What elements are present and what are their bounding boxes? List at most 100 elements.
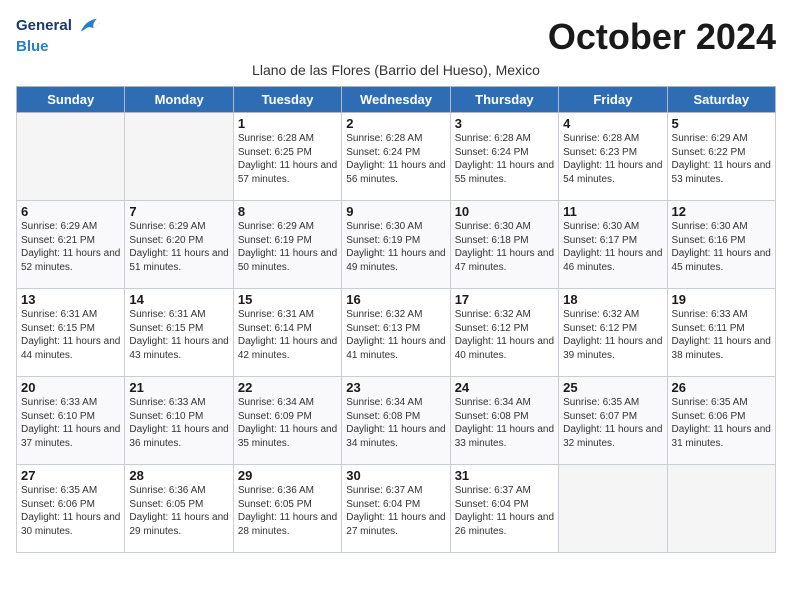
day-info: Sunrise: 6:30 AMSunset: 6:16 PMDaylight:… <box>672 220 771 274</box>
day-info: Sunrise: 6:36 AMSunset: 6:05 PMDaylight:… <box>238 484 337 538</box>
day-info: Sunrise: 6:32 AMSunset: 6:12 PMDaylight:… <box>563 308 662 362</box>
calendar-cell: 12Sunrise: 6:30 AMSunset: 6:16 PMDayligh… <box>667 201 775 289</box>
calendar-cell: 18Sunrise: 6:32 AMSunset: 6:12 PMDayligh… <box>559 289 667 377</box>
day-info: Sunrise: 6:28 AMSunset: 6:23 PMDaylight:… <box>563 132 662 186</box>
day-info: Sunrise: 6:33 AMSunset: 6:10 PMDaylight:… <box>21 396 120 450</box>
header-monday: Monday <box>125 87 233 113</box>
calendar-cell: 24Sunrise: 6:34 AMSunset: 6:08 PMDayligh… <box>450 377 558 465</box>
calendar-cell: 29Sunrise: 6:36 AMSunset: 6:05 PMDayligh… <box>233 465 341 553</box>
calendar-cell <box>125 113 233 201</box>
week-row-2: 6Sunrise: 6:29 AMSunset: 6:21 PMDaylight… <box>17 201 776 289</box>
calendar-cell: 11Sunrise: 6:30 AMSunset: 6:17 PMDayligh… <box>559 201 667 289</box>
day-number: 28 <box>129 468 228 483</box>
day-number: 17 <box>455 292 554 307</box>
header-thursday: Thursday <box>450 87 558 113</box>
header-sunday: Sunday <box>17 87 125 113</box>
day-info: Sunrise: 6:36 AMSunset: 6:05 PMDaylight:… <box>129 484 228 538</box>
calendar-cell: 26Sunrise: 6:35 AMSunset: 6:06 PMDayligh… <box>667 377 775 465</box>
day-number: 19 <box>672 292 771 307</box>
day-info: Sunrise: 6:35 AMSunset: 6:06 PMDaylight:… <box>672 396 771 450</box>
day-info: Sunrise: 6:33 AMSunset: 6:11 PMDaylight:… <box>672 308 771 362</box>
calendar-cell: 3Sunrise: 6:28 AMSunset: 6:24 PMDaylight… <box>450 113 558 201</box>
week-row-5: 27Sunrise: 6:35 AMSunset: 6:06 PMDayligh… <box>17 465 776 553</box>
day-info: Sunrise: 6:35 AMSunset: 6:06 PMDaylight:… <box>21 484 120 538</box>
day-info: Sunrise: 6:28 AMSunset: 6:25 PMDaylight:… <box>238 132 337 186</box>
day-info: Sunrise: 6:29 AMSunset: 6:22 PMDaylight:… <box>672 132 771 186</box>
calendar-cell <box>559 465 667 553</box>
day-info: Sunrise: 6:31 AMSunset: 6:15 PMDaylight:… <box>21 308 120 362</box>
subtitle: Llano de las Flores (Barrio del Hueso), … <box>16 62 776 78</box>
calendar-cell: 8Sunrise: 6:29 AMSunset: 6:19 PMDaylight… <box>233 201 341 289</box>
day-info: Sunrise: 6:34 AMSunset: 6:08 PMDaylight:… <box>455 396 554 450</box>
day-number: 30 <box>346 468 445 483</box>
day-number: 20 <box>21 380 120 395</box>
day-number: 11 <box>563 204 662 219</box>
calendar-cell: 25Sunrise: 6:35 AMSunset: 6:07 PMDayligh… <box>559 377 667 465</box>
calendar-cell: 5Sunrise: 6:29 AMSunset: 6:22 PMDaylight… <box>667 113 775 201</box>
day-number: 5 <box>672 116 771 131</box>
weekday-header-row: Sunday Monday Tuesday Wednesday Thursday… <box>17 87 776 113</box>
day-number: 10 <box>455 204 554 219</box>
day-info: Sunrise: 6:30 AMSunset: 6:17 PMDaylight:… <box>563 220 662 274</box>
day-info: Sunrise: 6:30 AMSunset: 6:19 PMDaylight:… <box>346 220 445 274</box>
day-info: Sunrise: 6:32 AMSunset: 6:13 PMDaylight:… <box>346 308 445 362</box>
day-number: 4 <box>563 116 662 131</box>
day-info: Sunrise: 6:29 AMSunset: 6:21 PMDaylight:… <box>21 220 120 274</box>
day-number: 27 <box>21 468 120 483</box>
logo-bird-icon <box>76 16 100 36</box>
month-title: October 2024 <box>548 16 776 58</box>
day-info: Sunrise: 6:31 AMSunset: 6:15 PMDaylight:… <box>129 308 228 362</box>
day-info: Sunrise: 6:30 AMSunset: 6:18 PMDaylight:… <box>455 220 554 274</box>
calendar-cell: 23Sunrise: 6:34 AMSunset: 6:08 PMDayligh… <box>342 377 450 465</box>
day-number: 2 <box>346 116 445 131</box>
calendar-cell: 1Sunrise: 6:28 AMSunset: 6:25 PMDaylight… <box>233 113 341 201</box>
calendar-cell: 6Sunrise: 6:29 AMSunset: 6:21 PMDaylight… <box>17 201 125 289</box>
week-row-3: 13Sunrise: 6:31 AMSunset: 6:15 PMDayligh… <box>17 289 776 377</box>
day-info: Sunrise: 6:32 AMSunset: 6:12 PMDaylight:… <box>455 308 554 362</box>
calendar-cell <box>667 465 775 553</box>
day-info: Sunrise: 6:29 AMSunset: 6:19 PMDaylight:… <box>238 220 337 274</box>
calendar-cell: 21Sunrise: 6:33 AMSunset: 6:10 PMDayligh… <box>125 377 233 465</box>
day-number: 26 <box>672 380 771 395</box>
calendar-cell: 30Sunrise: 6:37 AMSunset: 6:04 PMDayligh… <box>342 465 450 553</box>
calendar-cell: 16Sunrise: 6:32 AMSunset: 6:13 PMDayligh… <box>342 289 450 377</box>
day-number: 3 <box>455 116 554 131</box>
day-number: 31 <box>455 468 554 483</box>
calendar-cell: 20Sunrise: 6:33 AMSunset: 6:10 PMDayligh… <box>17 377 125 465</box>
day-info: Sunrise: 6:34 AMSunset: 6:08 PMDaylight:… <box>346 396 445 450</box>
day-number: 14 <box>129 292 228 307</box>
day-info: Sunrise: 6:31 AMSunset: 6:14 PMDaylight:… <box>238 308 337 362</box>
day-number: 23 <box>346 380 445 395</box>
day-number: 6 <box>21 204 120 219</box>
day-info: Sunrise: 6:34 AMSunset: 6:09 PMDaylight:… <box>238 396 337 450</box>
header-wednesday: Wednesday <box>342 87 450 113</box>
calendar-cell: 10Sunrise: 6:30 AMSunset: 6:18 PMDayligh… <box>450 201 558 289</box>
day-number: 29 <box>238 468 337 483</box>
header-friday: Friday <box>559 87 667 113</box>
calendar-table: Sunday Monday Tuesday Wednesday Thursday… <box>16 86 776 553</box>
calendar-cell: 13Sunrise: 6:31 AMSunset: 6:15 PMDayligh… <box>17 289 125 377</box>
logo: General Blue <box>16 16 100 56</box>
day-number: 22 <box>238 380 337 395</box>
day-number: 25 <box>563 380 662 395</box>
day-info: Sunrise: 6:29 AMSunset: 6:20 PMDaylight:… <box>129 220 228 274</box>
calendar-cell: 4Sunrise: 6:28 AMSunset: 6:23 PMDaylight… <box>559 113 667 201</box>
calendar-cell: 14Sunrise: 6:31 AMSunset: 6:15 PMDayligh… <box>125 289 233 377</box>
day-number: 24 <box>455 380 554 395</box>
day-info: Sunrise: 6:37 AMSunset: 6:04 PMDaylight:… <box>346 484 445 538</box>
logo-general: General <box>16 18 72 35</box>
day-number: 8 <box>238 204 337 219</box>
calendar-cell: 2Sunrise: 6:28 AMSunset: 6:24 PMDaylight… <box>342 113 450 201</box>
day-info: Sunrise: 6:33 AMSunset: 6:10 PMDaylight:… <box>129 396 228 450</box>
calendar-cell: 22Sunrise: 6:34 AMSunset: 6:09 PMDayligh… <box>233 377 341 465</box>
day-number: 9 <box>346 204 445 219</box>
calendar-cell: 28Sunrise: 6:36 AMSunset: 6:05 PMDayligh… <box>125 465 233 553</box>
calendar-cell: 15Sunrise: 6:31 AMSunset: 6:14 PMDayligh… <box>233 289 341 377</box>
header-tuesday: Tuesday <box>233 87 341 113</box>
day-number: 21 <box>129 380 228 395</box>
day-number: 18 <box>563 292 662 307</box>
week-row-1: 1Sunrise: 6:28 AMSunset: 6:25 PMDaylight… <box>17 113 776 201</box>
calendar-cell: 7Sunrise: 6:29 AMSunset: 6:20 PMDaylight… <box>125 201 233 289</box>
calendar-cell: 9Sunrise: 6:30 AMSunset: 6:19 PMDaylight… <box>342 201 450 289</box>
header-top: General Blue October 2024 <box>16 16 776 58</box>
